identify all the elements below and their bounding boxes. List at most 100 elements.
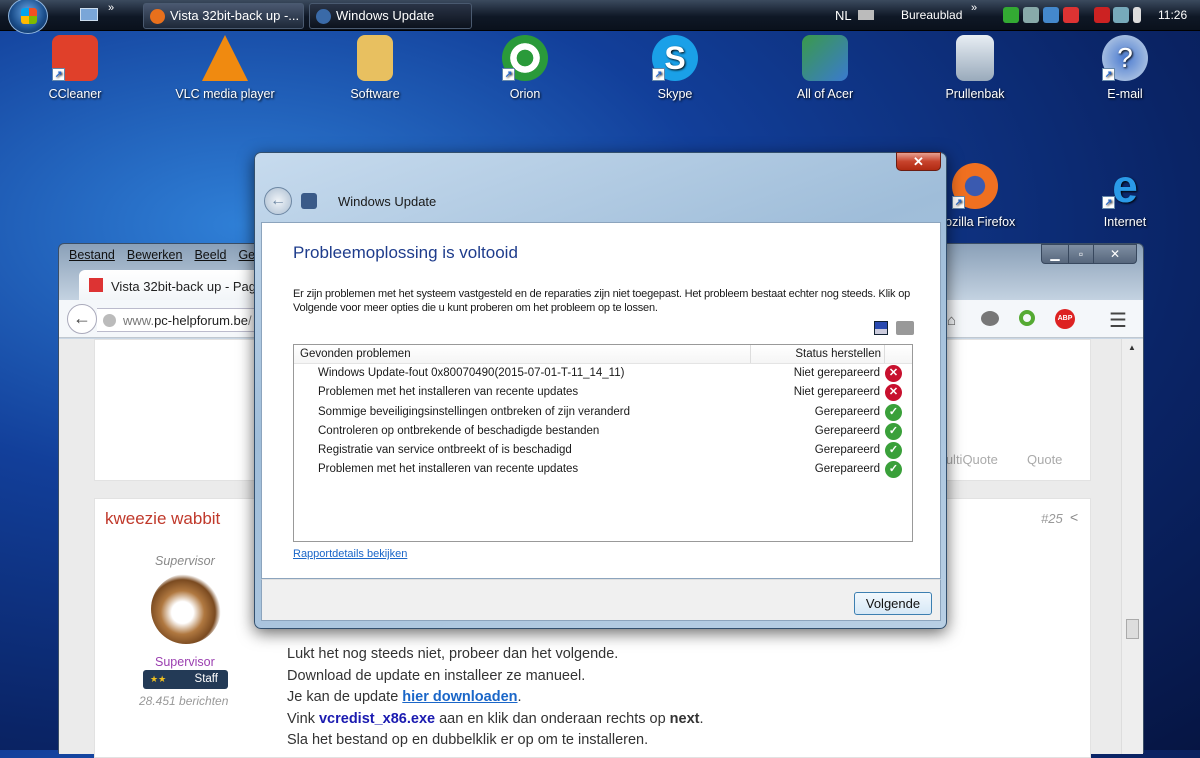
- icon-label: Prullenbak: [945, 87, 1005, 101]
- desktop-icon-recycle-bin[interactable]: Prullenbak: [920, 35, 1030, 101]
- tray-volume-icon[interactable]: [1133, 7, 1141, 23]
- ccleaner-icon: ↗: [52, 35, 98, 81]
- toolbar-chevron[interactable]: »: [971, 2, 977, 14]
- dialog-footer: Volgende: [261, 579, 941, 621]
- troubleshooter-icon: [301, 193, 317, 209]
- globe-icon: [103, 314, 116, 327]
- back-arrow-button[interactable]: ←: [264, 187, 292, 215]
- share-icon[interactable]: <: [1070, 509, 1078, 525]
- windows-logo-icon: [21, 8, 37, 24]
- menu-bestand[interactable]: Bestand: [69, 248, 115, 262]
- internet-explorer-icon: e ↗: [1102, 163, 1148, 209]
- print-icon[interactable]: [896, 321, 914, 335]
- chat-icon[interactable]: [981, 311, 999, 326]
- problems-table: Gevonden problemen Status herstellen Win…: [293, 344, 913, 542]
- desktop-icon-skype[interactable]: S ↗ Skype: [620, 35, 730, 101]
- keyboard-icon[interactable]: [858, 10, 874, 20]
- maximize-button[interactable]: ▫: [1068, 244, 1094, 264]
- status-text: Niet gerepareerd: [793, 367, 880, 379]
- post-line: Sla het bestand op en dubbelklik er op o…: [287, 732, 649, 748]
- dialog-description: Er zijn problemen met het systeem vastge…: [293, 288, 911, 314]
- extension-icon[interactable]: [1019, 310, 1035, 326]
- icon-label: CCleaner: [48, 87, 102, 101]
- vertical-scrollbar[interactable]: ▲: [1121, 339, 1143, 754]
- column-header-status[interactable]: Status herstellen: [795, 348, 881, 360]
- dialog-title: Windows Update: [338, 194, 437, 209]
- task-label: Vista 32bit-back up -...: [170, 8, 300, 23]
- problem-text: Controleren op ontbrekende of beschadigd…: [318, 424, 600, 437]
- close-window-button[interactable]: ✕: [1093, 244, 1137, 264]
- icon-label: Orion: [509, 87, 541, 101]
- column-header-problems[interactable]: Gevonden problemen: [300, 348, 411, 360]
- download-link[interactable]: hier downloaden: [402, 689, 517, 705]
- user-title: Supervisor: [155, 554, 215, 568]
- save-icon[interactable]: [874, 321, 888, 335]
- post-number[interactable]: #25: [1041, 511, 1063, 526]
- skype-icon: S ↗: [652, 35, 698, 81]
- tray-check-icon[interactable]: [1003, 7, 1019, 23]
- table-row[interactable]: Problemen met het installeren van recent…: [294, 383, 912, 402]
- quicklaunch-chevron[interactable]: »: [108, 2, 114, 14]
- tray-power-icon[interactable]: [1094, 7, 1110, 23]
- staff-badge: ★★ Staff: [143, 670, 228, 689]
- filename: vcredist_x86.exe: [318, 710, 436, 727]
- post-author[interactable]: kweezie wabbit: [105, 509, 220, 529]
- menu-bewerken[interactable]: Bewerken: [127, 248, 183, 262]
- avatar[interactable]: [151, 574, 221, 644]
- desktop-toolbar[interactable]: Bureaublad: [901, 8, 962, 22]
- scroll-thumb[interactable]: [1126, 619, 1139, 639]
- tray-ccleaner-icon[interactable]: [1063, 7, 1079, 23]
- tray-device-icon[interactable]: [1023, 7, 1039, 23]
- task-label: Windows Update: [336, 8, 435, 23]
- dialog-close-button[interactable]: ✕: [896, 152, 941, 171]
- desktop-icon-internet[interactable]: e ↗ Internet: [1070, 163, 1180, 229]
- report-details-link[interactable]: Rapportdetails bekijken: [293, 548, 407, 560]
- icon-label: Internet: [1103, 215, 1147, 229]
- clock[interactable]: 11:26: [1158, 8, 1187, 22]
- orion-icon: ↗: [502, 35, 548, 81]
- tray-network-icon[interactable]: [1113, 7, 1129, 23]
- url-prefix: www.: [123, 313, 155, 328]
- minimize-button[interactable]: ▁: [1041, 244, 1069, 264]
- check-icon: ✓: [885, 461, 902, 479]
- desktop-icon-orion[interactable]: ↗ Orion: [470, 35, 580, 101]
- start-button[interactable]: [8, 0, 48, 34]
- table-row[interactable]: Sommige beveiligingsinstellingen ontbrek…: [294, 403, 912, 422]
- next-button[interactable]: Volgende: [854, 592, 932, 615]
- text: .: [699, 710, 704, 727]
- table-row[interactable]: Problemen met het installeren van recent…: [294, 460, 912, 479]
- tray-update-icon[interactable]: [1043, 7, 1059, 23]
- desktop-icon-ccleaner[interactable]: ↗ CCleaner: [20, 35, 130, 101]
- problem-text: Windows Update-fout 0x80070490(2015-07-0…: [318, 367, 625, 379]
- folder-icon: [357, 35, 393, 81]
- firefox-icon: [150, 9, 165, 24]
- menu-hamburger-icon[interactable]: ☰: [1109, 308, 1127, 333]
- check-icon: ✓: [885, 422, 902, 440]
- back-button[interactable]: ←: [67, 304, 97, 334]
- status-text: Gerepareerd: [814, 405, 880, 418]
- menu-bar: Bestand Bewerken Beeld Ges: [69, 248, 273, 262]
- tab-title: Vista 32bit-back up - Pagi: [111, 279, 259, 294]
- url-path: /: [248, 313, 252, 328]
- home-icon[interactable]: ⌂: [947, 312, 956, 329]
- quote-button[interactable]: Quote: [1027, 452, 1062, 467]
- problem-text: Sommige beveiligingsinstellingen ontbrek…: [318, 405, 630, 418]
- desktop-icon-all-of-acer[interactable]: All of Acer: [770, 35, 880, 101]
- table-row[interactable]: Registratie van service ontbreekt of is …: [294, 441, 912, 460]
- scroll-up-arrow[interactable]: ▲: [1128, 343, 1136, 352]
- adblock-icon[interactable]: ABP: [1055, 309, 1075, 329]
- taskbar-item-firefox[interactable]: Vista 32bit-back up -...: [143, 3, 304, 29]
- status-text: Gerepareerd: [814, 463, 880, 476]
- vlc-icon: [202, 35, 248, 81]
- menu-beeld[interactable]: Beeld: [194, 248, 226, 262]
- table-row[interactable]: Windows Update-fout 0x80070490(2015-07-0…: [294, 364, 912, 383]
- taskbar-item-windows-update[interactable]: Windows Update: [309, 3, 472, 29]
- desktop-icon-software[interactable]: Software: [320, 35, 430, 101]
- problem-text: Problemen met het installeren van recent…: [318, 386, 579, 399]
- post-line: Lukt het nog steeds niet, probeer dan he…: [287, 646, 619, 662]
- language-indicator[interactable]: NL: [835, 8, 852, 23]
- desktop-icon-email[interactable]: ? ↗ E-mail: [1070, 35, 1180, 101]
- table-row[interactable]: Controleren op ontbrekende of beschadigd…: [294, 422, 912, 441]
- show-desktop-icon[interactable]: [80, 8, 98, 21]
- desktop-icon-vlc[interactable]: VLC media player: [170, 35, 280, 101]
